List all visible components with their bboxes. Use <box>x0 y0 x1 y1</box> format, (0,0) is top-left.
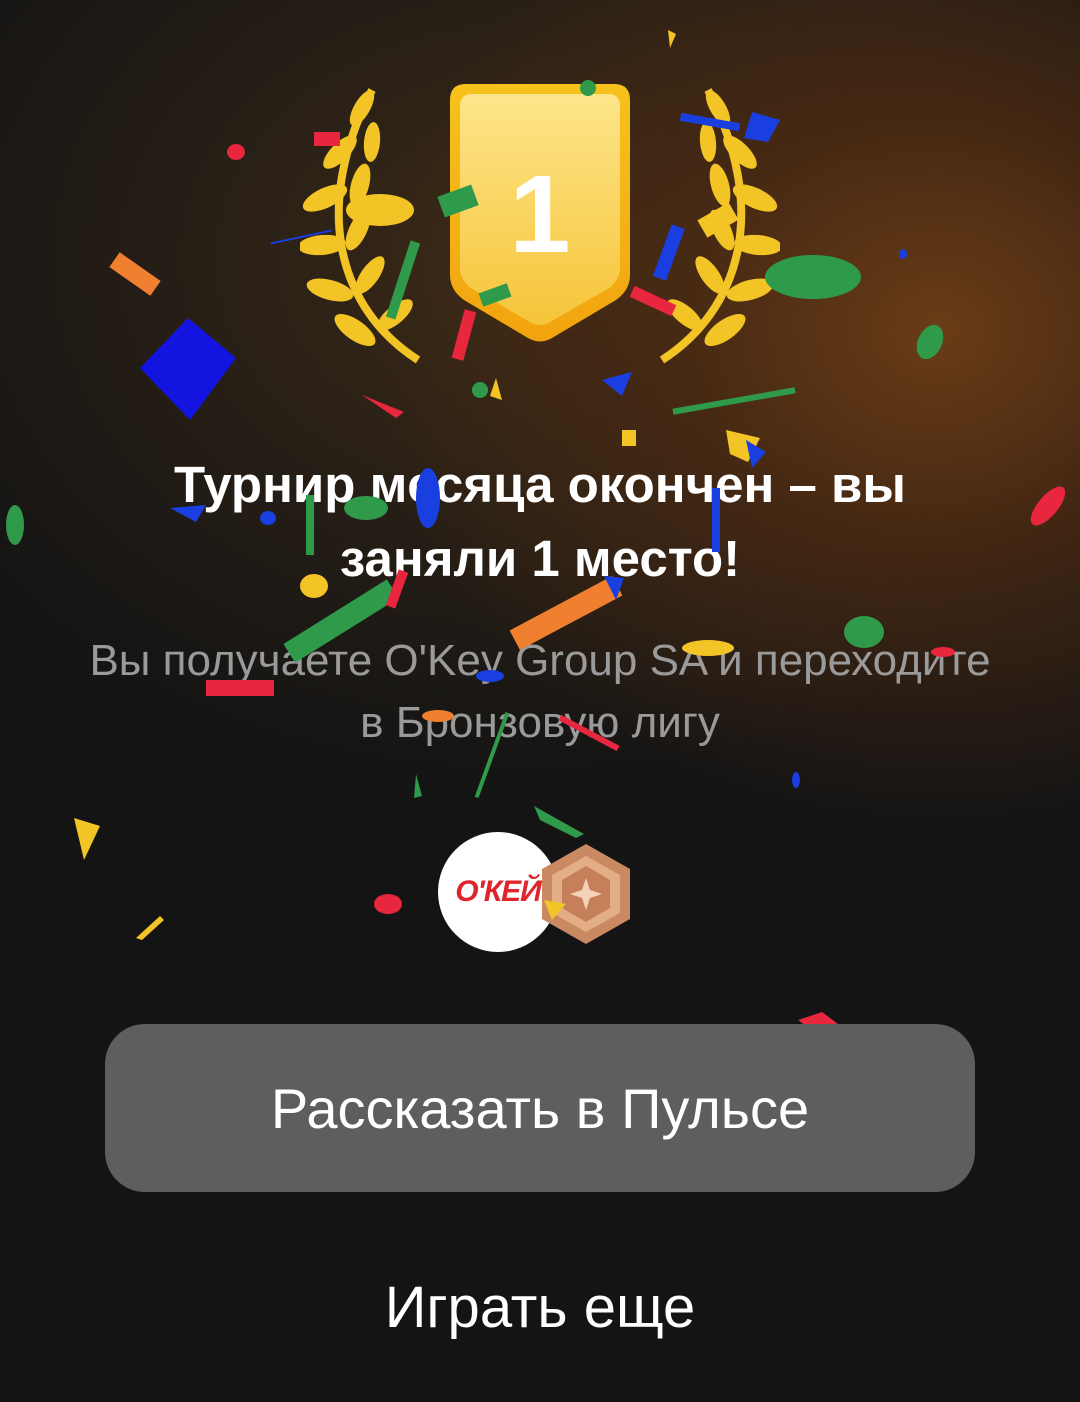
stock-logo-text: О'КЕЙ <box>455 875 541 908</box>
result-subtitle: Вы получаете O'Key Group SA и переходите… <box>89 636 991 747</box>
first-place-trophy: 1 <box>300 84 780 364</box>
place-number: 1 <box>509 153 570 276</box>
result-title: Турнир месяца окончен – вы заняли 1 мест… <box>174 456 906 587</box>
share-in-pulse-button[interactable]: Рассказать в Пульсе <box>105 1024 975 1192</box>
play-again-button[interactable]: Играть еще <box>240 1262 840 1352</box>
rewards-row: О'КЕЙ <box>438 832 638 954</box>
laurel-left-icon <box>300 88 421 364</box>
laurel-right-icon <box>659 88 780 364</box>
bronze-league-icon <box>542 844 630 944</box>
